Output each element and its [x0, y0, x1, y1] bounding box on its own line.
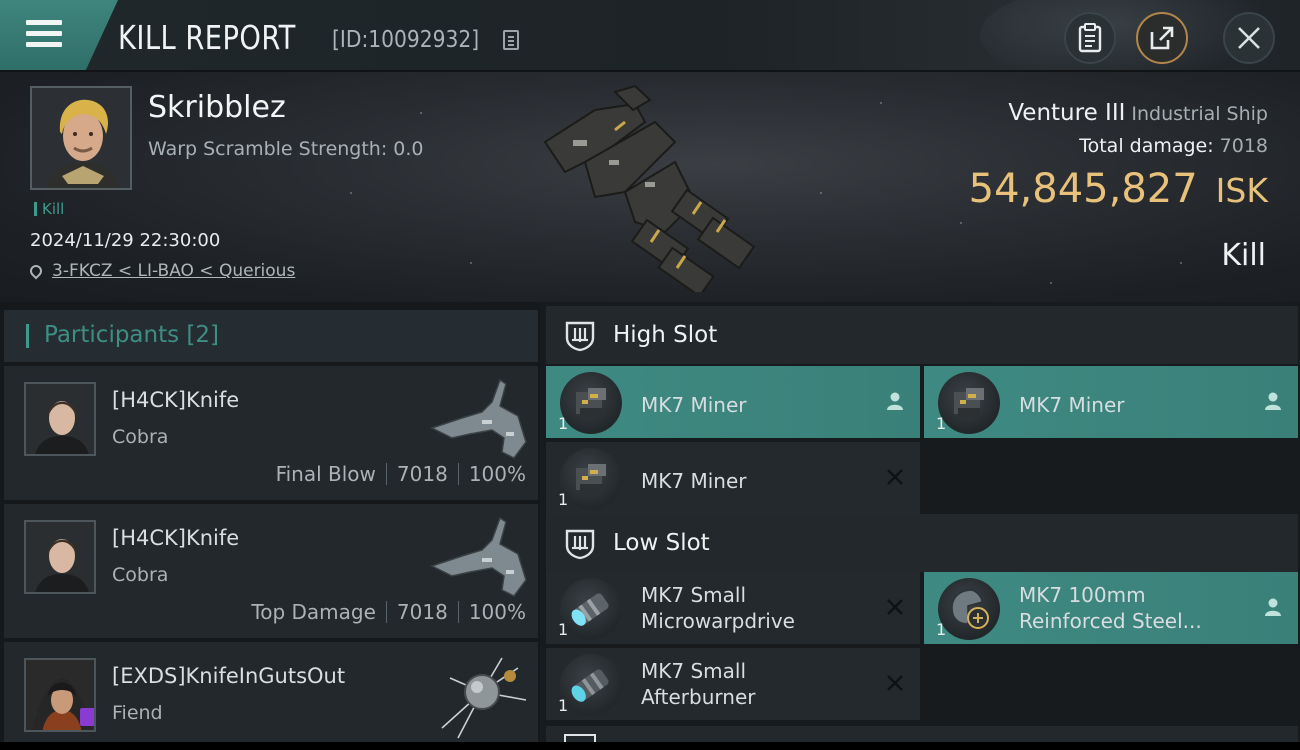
- participant-ship-icon: [430, 378, 527, 459]
- participant-name[interactable]: [EXDS]KnifeInGutsOut: [112, 664, 345, 688]
- module-slot[interactable]: 1 MK7 Miner: [924, 366, 1298, 438]
- participant-stats: Top Damage 7018 100%: [251, 600, 526, 624]
- module-slot[interactable]: 1 MK7 Miner: [546, 442, 920, 514]
- victim-avatar[interactable]: [30, 86, 132, 190]
- module-name: MK7 Small Microwarpdrive: [641, 583, 795, 633]
- victim-ship-render: [543, 84, 756, 292]
- report-id: [ID:10092932]: [332, 27, 480, 53]
- destroyed-x-icon: [887, 675, 903, 691]
- participant-ship: Cobra: [112, 564, 169, 586]
- participant-name[interactable]: [H4CK]Knife: [112, 388, 239, 412]
- module-name: MK7 Miner: [1019, 393, 1125, 417]
- participants-title: Participants [2]: [44, 322, 219, 348]
- armor-plate-icon: [938, 578, 1000, 640]
- participant-avatar[interactable]: [24, 520, 96, 594]
- module-name: MK7 Small Afterburner: [641, 659, 756, 709]
- participant-ship: Cobra: [112, 426, 169, 448]
- high-slot-icon: [565, 321, 595, 352]
- participants-panel: Participants [2] [H4CK]Knife Cobra Final…: [0, 302, 540, 742]
- participant-row[interactable]: [H4CK]Knife Cobra Top Damage 7018 100%: [4, 504, 538, 638]
- close-button[interactable]: [1223, 12, 1275, 64]
- miner-module-icon: [560, 448, 622, 510]
- participant-avatar[interactable]: [24, 382, 96, 456]
- participant-stats: Final Blow 7018 100%: [275, 462, 526, 486]
- kill-tag: Kill: [34, 200, 64, 218]
- participant-name[interactable]: [H4CK]Knife: [112, 526, 239, 550]
- low-slot-label: Low Slot: [613, 530, 710, 556]
- victim-name[interactable]: Skribblez: [148, 90, 286, 125]
- victim-ship-type[interactable]: Venture III Industrial Ship: [1008, 100, 1268, 126]
- warp-scramble-strength: Warp Scramble Strength: 0.0: [148, 138, 424, 160]
- participant-avatar[interactable]: [24, 658, 96, 732]
- victim-portrait: [32, 88, 130, 188]
- participant-row[interactable]: [H4CK]Knife Cobra Final Blow 7018 100%: [4, 366, 538, 500]
- module-slot[interactable]: 1 MK7 100mm Reinforced Steel...: [924, 572, 1298, 644]
- afterburner-icon: [560, 654, 622, 716]
- miner-module-icon: [938, 372, 1000, 434]
- share-icon: [1150, 26, 1174, 50]
- slot-icon: [564, 734, 596, 742]
- participant-row[interactable]: [EXDS]KnifeInGutsOut Fiend: [4, 642, 538, 742]
- kill-time: 2024/11/29 22:30:00: [30, 230, 221, 251]
- module-name: MK7 Miner: [641, 469, 747, 493]
- top-bar: KILL REPORT [ID:10092932]: [0, 0, 1300, 90]
- next-slot-header: [546, 726, 1298, 742]
- fitting-panel: High Slot 1 MK7 Miner 1 MK7 Miner 1 MK7 …: [540, 302, 1300, 742]
- participants-header[interactable]: Participants [2]: [4, 310, 538, 362]
- person-icon: [887, 392, 903, 410]
- miner-module-icon: [560, 372, 622, 434]
- kill-report-window: KILL REPORT [ID:10092932] Skribblez Warp…: [0, 0, 1300, 742]
- share-button[interactable]: [1136, 12, 1188, 64]
- copy-id-icon[interactable]: [503, 30, 519, 50]
- hamburger-menu-icon: [26, 20, 62, 48]
- high-slot-header: High Slot: [546, 306, 1298, 364]
- module-slot[interactable]: 1 MK7 Small Afterburner: [546, 648, 920, 720]
- close-icon: [1238, 27, 1260, 49]
- clipboard-button[interactable]: [1064, 12, 1116, 64]
- destroyed-x-icon: [887, 469, 903, 485]
- module-slot[interactable]: 1 MK7 Miner: [546, 366, 920, 438]
- total-damage: Total damage: 7018: [1079, 135, 1268, 157]
- participant-badge-icon: [80, 708, 94, 726]
- victim-summary: Skribblez Warp Scramble Strength: 0.0 Ki…: [0, 72, 1300, 302]
- clipboard-icon: [1078, 23, 1102, 53]
- low-slot-icon: [565, 529, 595, 560]
- microwarpdrive-icon: [560, 578, 622, 640]
- menu-button[interactable]: [0, 0, 118, 72]
- high-slot-label: High Slot: [613, 322, 718, 348]
- participant-ship-icon: [441, 657, 527, 739]
- page-title: KILL REPORT: [118, 18, 296, 57]
- kill-location[interactable]: 3-FKCZ < LI-BAO < Querious: [27, 261, 295, 281]
- person-icon: [1265, 598, 1281, 616]
- module-slot[interactable]: 1 MK7 Small Microwarpdrive: [546, 572, 920, 644]
- person-icon: [1265, 392, 1281, 410]
- location-pin-icon: [27, 262, 45, 280]
- participant-ship: Fiend: [112, 702, 163, 724]
- participant-ship-icon: [430, 516, 527, 597]
- kill-result: Kill: [1221, 238, 1266, 273]
- destroyed-x-icon: [887, 599, 903, 615]
- module-name: MK7 Miner: [641, 393, 747, 417]
- module-name: MK7 100mm Reinforced Steel...: [1019, 583, 1202, 633]
- isk-value: 54,845,827 ISK: [968, 166, 1268, 212]
- low-slot-header: Low Slot: [546, 514, 1298, 572]
